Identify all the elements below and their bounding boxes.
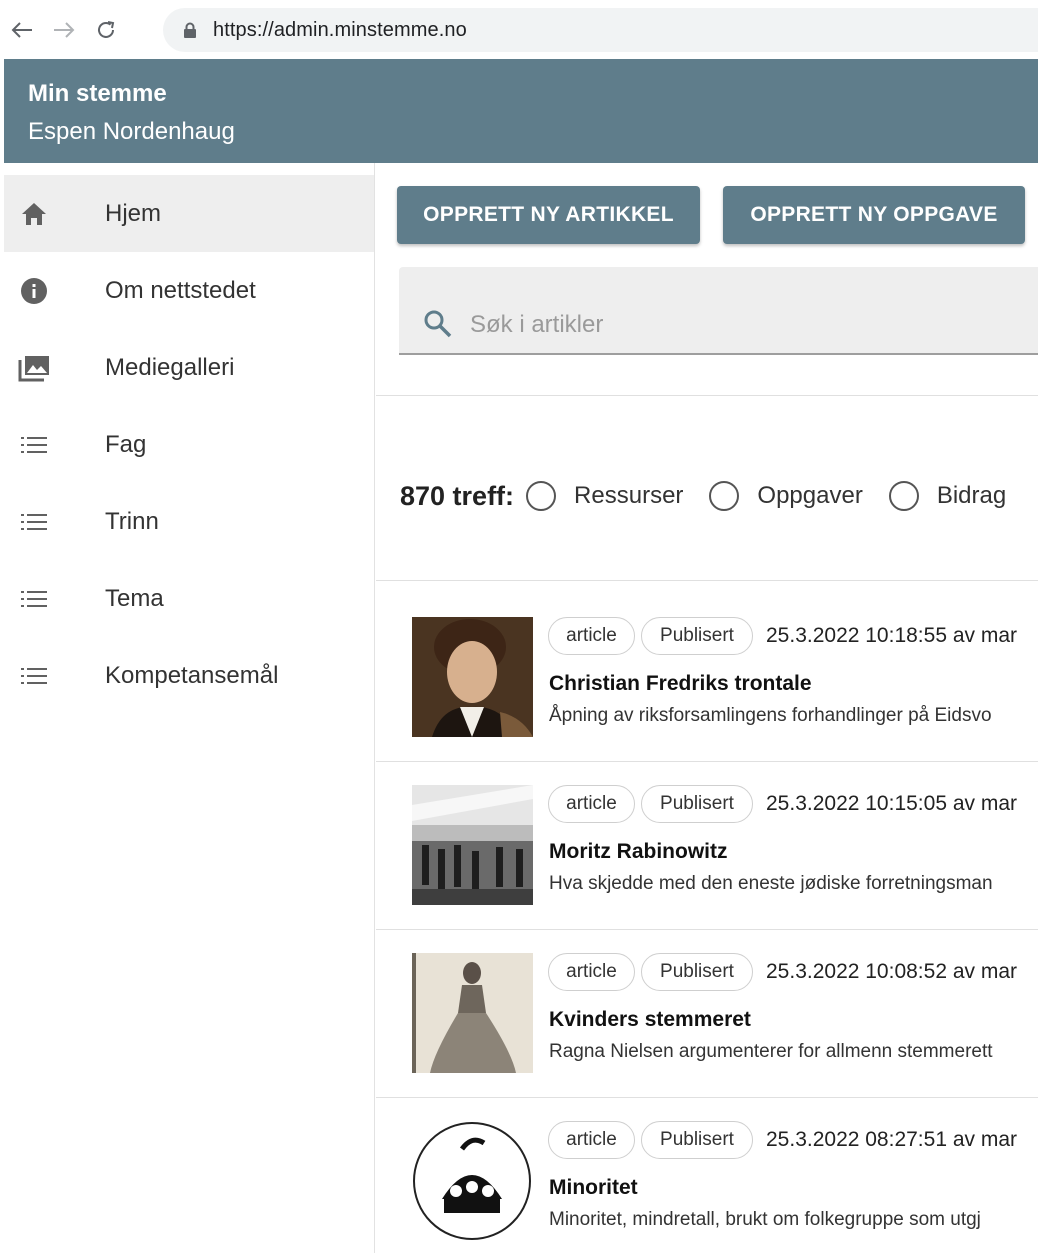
sidebar-item-label: Trinn xyxy=(105,507,159,535)
divider xyxy=(376,395,1038,396)
type-chip: article xyxy=(548,953,635,991)
sidebar-item-fag[interactable]: Fag xyxy=(4,406,374,483)
reload-icon[interactable] xyxy=(90,14,122,46)
article-title[interactable]: Moritz Rabinowitz xyxy=(549,840,727,864)
list-icon xyxy=(18,660,50,692)
article-thumbnail xyxy=(412,785,533,905)
type-chip: article xyxy=(548,617,635,655)
app-header: Min stemme Espen Nordenhaug xyxy=(4,59,1038,163)
home-icon xyxy=(18,198,50,230)
article-meta: 25.3.2022 10:15:05 av mar xyxy=(766,792,1018,815)
radio-label: Ressurser xyxy=(574,482,684,509)
list-item[interactable]: article Publisert 25.3.2022 08:27:51 av … xyxy=(376,1085,1038,1253)
article-description: Minoritet, mindretall, brukt om folkegru… xyxy=(549,1209,981,1230)
article-meta: 25.3.2022 10:08:52 av mar xyxy=(766,960,1018,983)
sidebar-item-kompetansemal[interactable]: Kompetansemål xyxy=(4,637,374,714)
list-icon xyxy=(18,506,50,538)
sidebar-item-trinn[interactable]: Trinn xyxy=(4,483,374,560)
article-thumbnail xyxy=(412,1121,533,1241)
photo-library-icon xyxy=(18,352,50,384)
list-item[interactable]: article Publisert 25.3.2022 10:18:55 av … xyxy=(376,581,1038,749)
sidebar-item-om-nettstedet[interactable]: Om nettstedet xyxy=(4,252,374,329)
article-thumbnail xyxy=(412,617,533,737)
article-description: Åpning av riksforsamlingens forhandlinge… xyxy=(549,705,992,726)
status-chip: Publisert xyxy=(641,1121,753,1159)
status-chip: Publisert xyxy=(641,785,753,823)
list-icon xyxy=(18,583,50,615)
lock-icon xyxy=(183,22,197,38)
article-title[interactable]: Kvinders stemmeret xyxy=(549,1008,751,1032)
article-description: Ragna Nielsen argumenterer for allmenn s… xyxy=(549,1041,993,1062)
info-icon xyxy=(18,275,50,307)
article-thumbnail xyxy=(412,953,533,1073)
main-content: OPPRETT NY ARTIKKEL OPPRETT NY OPPGAVE S… xyxy=(376,163,1038,1253)
article-description: Hva skjedde med den eneste jødiske forre… xyxy=(549,873,993,894)
new-article-button[interactable]: OPPRETT NY ARTIKKEL xyxy=(397,186,700,244)
radio-label: Oppgaver xyxy=(757,482,863,509)
radio-ressurser[interactable] xyxy=(526,481,557,511)
article-title[interactable]: Minoritet xyxy=(549,1176,638,1200)
list-item[interactable]: article Publisert 25.3.2022 10:08:52 av … xyxy=(376,917,1038,1085)
status-chip: Publisert xyxy=(641,617,753,655)
sidebar-item-label: Kompetansemål xyxy=(105,661,279,689)
forward-arrow-icon[interactable] xyxy=(48,14,80,46)
back-arrow-icon[interactable] xyxy=(6,14,38,46)
sidebar-item-label: Mediegalleri xyxy=(105,353,235,381)
status-chip: Publisert xyxy=(641,953,753,991)
sidebar-item-mediegalleri[interactable]: Mediegalleri xyxy=(4,329,374,406)
hit-count: 870 treff: xyxy=(400,480,515,511)
url-text: https://admin.minstemme.no xyxy=(213,18,467,41)
article-title[interactable]: Christian Fredriks trontale xyxy=(549,672,812,696)
user-name: Espen Nordenhaug xyxy=(28,118,235,145)
search-placeholder: Søk i artikler xyxy=(470,311,604,338)
browser-toolbar: https://admin.minstemme.no xyxy=(0,0,1038,59)
new-task-button[interactable]: OPPRETT NY OPPGAVE xyxy=(723,186,1025,244)
type-chip: article xyxy=(548,1121,635,1159)
search-input[interactable]: Søk i artikler xyxy=(399,267,1038,355)
sidebar: Hjem Om nettstedet Mediegalleri Fag Trin… xyxy=(4,163,375,1253)
sidebar-item-label: Om nettstedet xyxy=(105,276,256,304)
sidebar-item-tema[interactable]: Tema xyxy=(4,560,374,637)
sidebar-item-label: Fag xyxy=(105,430,147,458)
radio-label: Bidrag xyxy=(936,482,1007,509)
list-item[interactable]: article Publisert 25.3.2022 10:15:05 av … xyxy=(376,749,1038,917)
article-meta: 25.3.2022 08:27:51 av mar xyxy=(766,1128,1018,1151)
filter-row: 870 treff: Ressurser Oppgaver Bidrag xyxy=(400,476,1028,516)
type-chip: article xyxy=(548,785,635,823)
address-bar[interactable]: https://admin.minstemme.no xyxy=(163,8,1038,52)
app-title: Min stemme xyxy=(28,80,167,107)
sidebar-item-label: Hjem xyxy=(105,199,162,227)
list-icon xyxy=(18,429,50,461)
search-icon xyxy=(423,309,453,339)
sidebar-item-hjem[interactable]: Hjem xyxy=(4,175,374,252)
radio-bidrag[interactable] xyxy=(888,481,919,511)
article-meta: 25.3.2022 10:18:55 av mar xyxy=(766,624,1018,647)
sidebar-item-label: Tema xyxy=(105,584,164,612)
radio-oppgaver[interactable] xyxy=(709,481,740,511)
